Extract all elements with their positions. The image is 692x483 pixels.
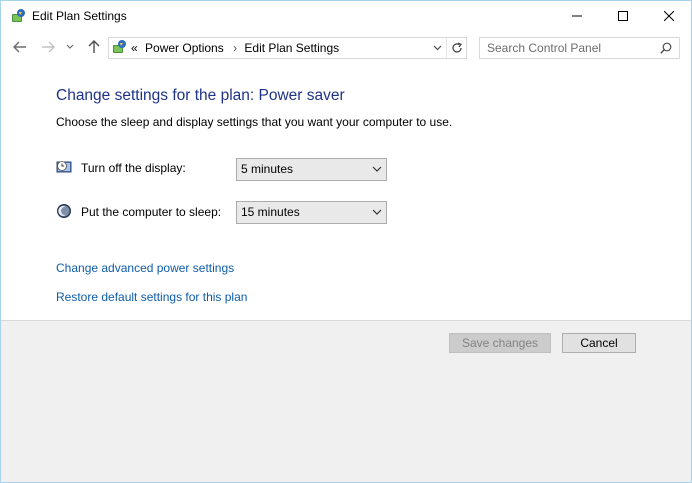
chevron-down-icon xyxy=(433,45,441,51)
page-title: Change settings for the plan: Power save… xyxy=(56,87,345,104)
sleep-icon xyxy=(57,204,71,218)
refresh-button[interactable] xyxy=(446,38,467,58)
breadcrumb-power-options[interactable]: Power Options xyxy=(145,41,224,55)
arrow-left-icon xyxy=(13,41,26,53)
title-bar[interactable]: Edit Plan Settings xyxy=(1,1,691,31)
window-title: Edit Plan Settings xyxy=(32,9,127,23)
turn-off-display-select[interactable]: 5 minutes xyxy=(236,158,387,181)
recent-locations-button[interactable] xyxy=(64,39,76,55)
navigation-bar: « Power Options › Edit Plan Settings Sea… xyxy=(1,31,691,63)
search-box[interactable]: Search Control Panel xyxy=(479,37,680,59)
restore-default-settings-link[interactable]: Restore default settings for this plan xyxy=(56,290,247,304)
breadcrumb-edit-plan-settings[interactable]: Edit Plan Settings xyxy=(244,41,339,55)
power-options-icon xyxy=(113,40,126,53)
arrow-right-icon xyxy=(42,41,55,53)
turn-off-display-value: 5 minutes xyxy=(241,162,294,176)
breadcrumb-separator[interactable]: › xyxy=(233,41,237,55)
cancel-button[interactable]: Cancel xyxy=(562,333,636,353)
chevron-down-icon xyxy=(372,166,382,172)
search-input[interactable]: Search Control Panel xyxy=(487,41,601,55)
search-icon[interactable] xyxy=(658,40,674,56)
breadcrumb-overflow[interactable]: « xyxy=(131,41,138,55)
save-changes-button[interactable]: Save changes xyxy=(449,333,551,353)
chevron-down-icon xyxy=(372,209,382,215)
minimize-icon xyxy=(572,15,582,17)
address-bar[interactable]: « Power Options › Edit Plan Settings xyxy=(108,37,467,59)
breadcrumb: « Power Options › Edit Plan Settings xyxy=(131,41,343,55)
turn-off-display-label: Turn off the display: xyxy=(81,161,186,175)
magnifier-glyph xyxy=(660,42,672,54)
back-button[interactable] xyxy=(12,39,28,55)
sleep-select[interactable]: 15 minutes xyxy=(236,201,387,224)
page-description: Choose the sleep and display settings th… xyxy=(56,115,453,129)
close-button[interactable] xyxy=(646,1,691,31)
arrow-up-icon xyxy=(88,40,100,53)
maximize-button[interactable] xyxy=(600,1,646,31)
sleep-label: Put the computer to sleep: xyxy=(81,205,222,219)
chevron-down-icon xyxy=(66,44,74,49)
edit-plan-settings-window: Edit Plan Settings « Power Options › Edi… xyxy=(0,0,692,483)
refresh-icon xyxy=(452,42,463,53)
address-history-button[interactable] xyxy=(429,38,445,58)
up-button[interactable] xyxy=(86,39,102,55)
forward-button[interactable] xyxy=(40,39,56,55)
display-icon xyxy=(56,161,72,173)
power-options-icon xyxy=(12,9,25,22)
button-bar: Save changes Cancel xyxy=(1,320,691,482)
sleep-value: 15 minutes xyxy=(241,205,300,219)
minimize-button[interactable] xyxy=(554,1,600,31)
close-icon xyxy=(664,11,674,21)
change-advanced-power-settings-link[interactable]: Change advanced power settings xyxy=(56,261,234,275)
maximize-icon xyxy=(618,11,628,21)
